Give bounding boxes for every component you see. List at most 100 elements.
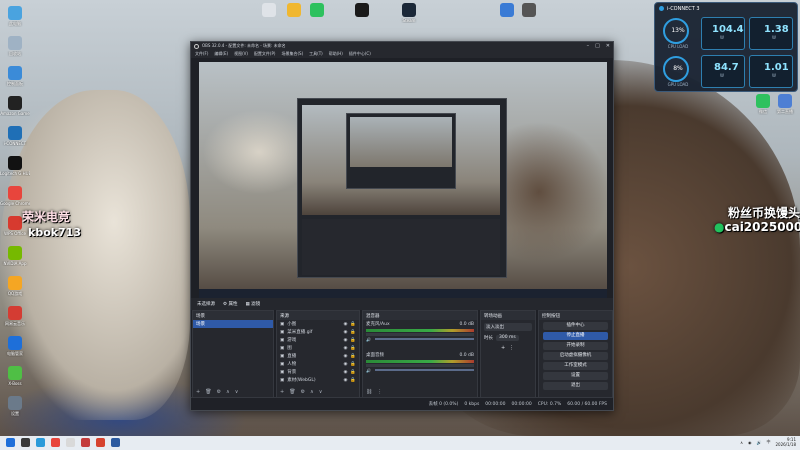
controls-dock[interactable]: 控制按钮 插件中心 停止直播 开始录制 启动虚拟摄像机 工作室模式 设置 退出: [538, 310, 613, 398]
desktop-icon[interactable]: 网易云音乐: [0, 306, 30, 327]
source-item[interactable]: ▣ 人物 ◉ 🔒: [277, 360, 359, 368]
clock[interactable]: 9:11 2026/1/18: [775, 437, 796, 447]
control-button[interactable]: 插件中心: [543, 322, 608, 330]
desktop-icon[interactable]: 设置: [0, 396, 30, 417]
desktop-icon[interactable]: 回收站: [0, 36, 30, 57]
desktop-icon[interactable]: Amazon Game: [0, 96, 30, 116]
move-up-button[interactable]: ∧: [226, 389, 230, 396]
menu-item[interactable]: 插件中心(C): [349, 51, 371, 57]
taskbar-app-icon[interactable]: [66, 438, 75, 447]
taskbar-app-icon[interactable]: [96, 438, 105, 447]
lock-icon[interactable]: 🔒: [350, 322, 356, 327]
add-transition-button[interactable]: +: [501, 345, 505, 351]
remove-scene-button[interactable]: 🗑: [205, 389, 211, 396]
visibility-eye-icon[interactable]: ◉: [343, 362, 347, 367]
menu-item[interactable]: 帮助(H): [329, 51, 343, 57]
minimize-button[interactable]: –: [587, 43, 590, 49]
lock-icon[interactable]: 🔒: [350, 338, 356, 343]
visibility-eye-icon[interactable]: ◉: [343, 322, 347, 327]
sources-dock[interactable]: 来源 ▣ 小图 ◉ 🔒 ▣ 菜米直播.gif ◉ 🔒 ▣ 游戏 ◉ 🔒 ▣ 图 ◉ 🔒 ▣ 直播 ◉ 🔒 ▣ 人物 ◉ 🔒 ▣ 背…: [276, 310, 360, 398]
remove-source-button[interactable]: 🗑: [289, 389, 295, 396]
tray-chevron-icon[interactable]: ∧: [740, 440, 743, 445]
menu-item[interactable]: 场景集合(S): [281, 51, 303, 57]
visibility-eye-icon[interactable]: ◉: [343, 378, 347, 383]
add-source-button[interactable]: +: [280, 389, 284, 396]
lock-icon[interactable]: 🔒: [350, 370, 356, 375]
source-item[interactable]: ▣ 素材(WebGL) ◉ 🔒: [277, 376, 359, 384]
windows-start-icon[interactable]: [6, 438, 15, 447]
menu-item[interactable]: 视图(V): [234, 51, 248, 57]
visibility-eye-icon[interactable]: ◉: [343, 338, 347, 343]
desktop-icon[interactable]: NVIDIA App: [0, 246, 30, 266]
speaker-icon[interactable]: 🔊: [366, 368, 371, 373]
transition-type-select[interactable]: 淡入淡出: [484, 323, 532, 331]
speaker-icon[interactable]: 🔊: [366, 337, 371, 342]
lock-icon[interactable]: 🔒: [350, 346, 356, 351]
taskbar-app-icon[interactable]: [51, 438, 60, 447]
iconnect-widget[interactable]: i-CONNECT 3 13% CPU LOAD 104.4 W 1.38 W …: [654, 2, 798, 92]
desktop-icon[interactable]: 控制面板: [0, 66, 30, 87]
network-icon[interactable]: ◉: [748, 440, 752, 445]
volume-icon[interactable]: 🔊: [757, 440, 762, 445]
menu-item[interactable]: 配置文件(P): [254, 51, 276, 57]
menu-item[interactable]: 文件(F): [195, 51, 208, 57]
desktop-icon[interactable]: QQ游戏: [0, 276, 30, 297]
scene-item[interactable]: 场景: [193, 320, 273, 328]
source-up-button[interactable]: ∧: [310, 389, 314, 396]
source-item[interactable]: ▣ 游戏 ◉ 🔒: [277, 336, 359, 344]
duration-input[interactable]: 300 ms: [496, 335, 519, 341]
visibility-eye-icon[interactable]: ◉: [343, 354, 347, 359]
ime-indicator[interactable]: 中: [766, 439, 770, 445]
volume-slider[interactable]: [375, 369, 474, 371]
obs-titlebar[interactable]: OBS 32.0.4 - 配置文件: 未命名 - 场景: 未命名 – □ ✕: [191, 42, 613, 50]
desktop-icon[interactable]: [514, 3, 544, 18]
scene-settings-button[interactable]: ⚙: [217, 389, 221, 396]
lock-icon[interactable]: 🔒: [350, 362, 356, 367]
properties-button[interactable]: ⚙ 属性: [223, 301, 237, 307]
source-settings-button[interactable]: ⚙: [301, 389, 305, 396]
maximize-button[interactable]: □: [595, 43, 600, 49]
source-item[interactable]: ▣ 直播 ◉ 🔒: [277, 352, 359, 360]
source-item[interactable]: ▣ 图 ◉ 🔒: [277, 344, 359, 352]
transition-menu-icon[interactable]: ⋮: [509, 345, 514, 351]
mixer-link-icon[interactable]: ⛓: [366, 389, 372, 396]
desktop-icon[interactable]: Steam: [394, 3, 424, 23]
move-down-button[interactable]: ∨: [235, 389, 239, 396]
control-button[interactable]: 设置: [543, 372, 608, 380]
desktop-icon[interactable]: [347, 3, 377, 18]
lock-icon[interactable]: 🔒: [350, 330, 356, 335]
desktop-icon[interactable]: Logitech G HUB: [0, 156, 30, 176]
control-button[interactable]: 退出: [543, 382, 608, 390]
menu-item[interactable]: 工具(T): [309, 51, 323, 57]
mixer-menu-icon[interactable]: ⋮: [377, 389, 382, 396]
lock-icon[interactable]: 🔒: [350, 354, 356, 359]
desktop-icon[interactable]: [302, 3, 332, 18]
taskbar-app-icon[interactable]: [36, 438, 45, 447]
taskbar-app-icon[interactable]: [111, 438, 120, 447]
audio-mixer-dock[interactable]: 混音器 麦克风/Aux 0.0 dB 🔊 桌面音频 0.0 dB 🔊 ⛓ ⋮: [362, 310, 478, 398]
visibility-eye-icon[interactable]: ◉: [343, 346, 347, 351]
taskbar-app-icon[interactable]: [81, 438, 90, 447]
filters-button[interactable]: ▦ 滤镜: [245, 301, 260, 307]
add-scene-button[interactable]: +: [196, 389, 200, 396]
desktop-icon[interactable]: 电脑管家: [0, 336, 30, 357]
source-item[interactable]: ▣ 背景 ◉ 🔒: [277, 368, 359, 376]
desktop-icon[interactable]: 第二直播: [770, 94, 800, 115]
taskbar-app-icon[interactable]: [21, 438, 30, 447]
control-button[interactable]: 停止直播: [543, 332, 608, 340]
obs-window[interactable]: OBS 32.0.4 - 配置文件: 未命名 - 场景: 未命名 – □ ✕ 文…: [190, 41, 614, 411]
menu-item[interactable]: 编辑(E): [214, 51, 228, 57]
source-item[interactable]: ▣ 小图 ◉ 🔒: [277, 320, 359, 328]
control-button[interactable]: 工作室模式: [543, 362, 608, 370]
desktop-icon[interactable]: X-Boss: [0, 366, 30, 386]
desktop-icon[interactable]: 此电脑: [0, 6, 30, 27]
visibility-eye-icon[interactable]: ◉: [343, 370, 347, 375]
source-item[interactable]: ▣ 菜米直播.gif ◉ 🔒: [277, 328, 359, 336]
volume-slider[interactable]: [375, 338, 474, 340]
control-button[interactable]: 开始录制: [543, 342, 608, 350]
close-button[interactable]: ✕: [606, 43, 610, 49]
scenes-dock[interactable]: 场景 场景 + 🗑 ⚙ ∧ ∨: [192, 310, 274, 398]
visibility-eye-icon[interactable]: ◉: [343, 330, 347, 335]
lock-icon[interactable]: 🔒: [350, 378, 356, 383]
source-down-button[interactable]: ∨: [319, 389, 323, 396]
